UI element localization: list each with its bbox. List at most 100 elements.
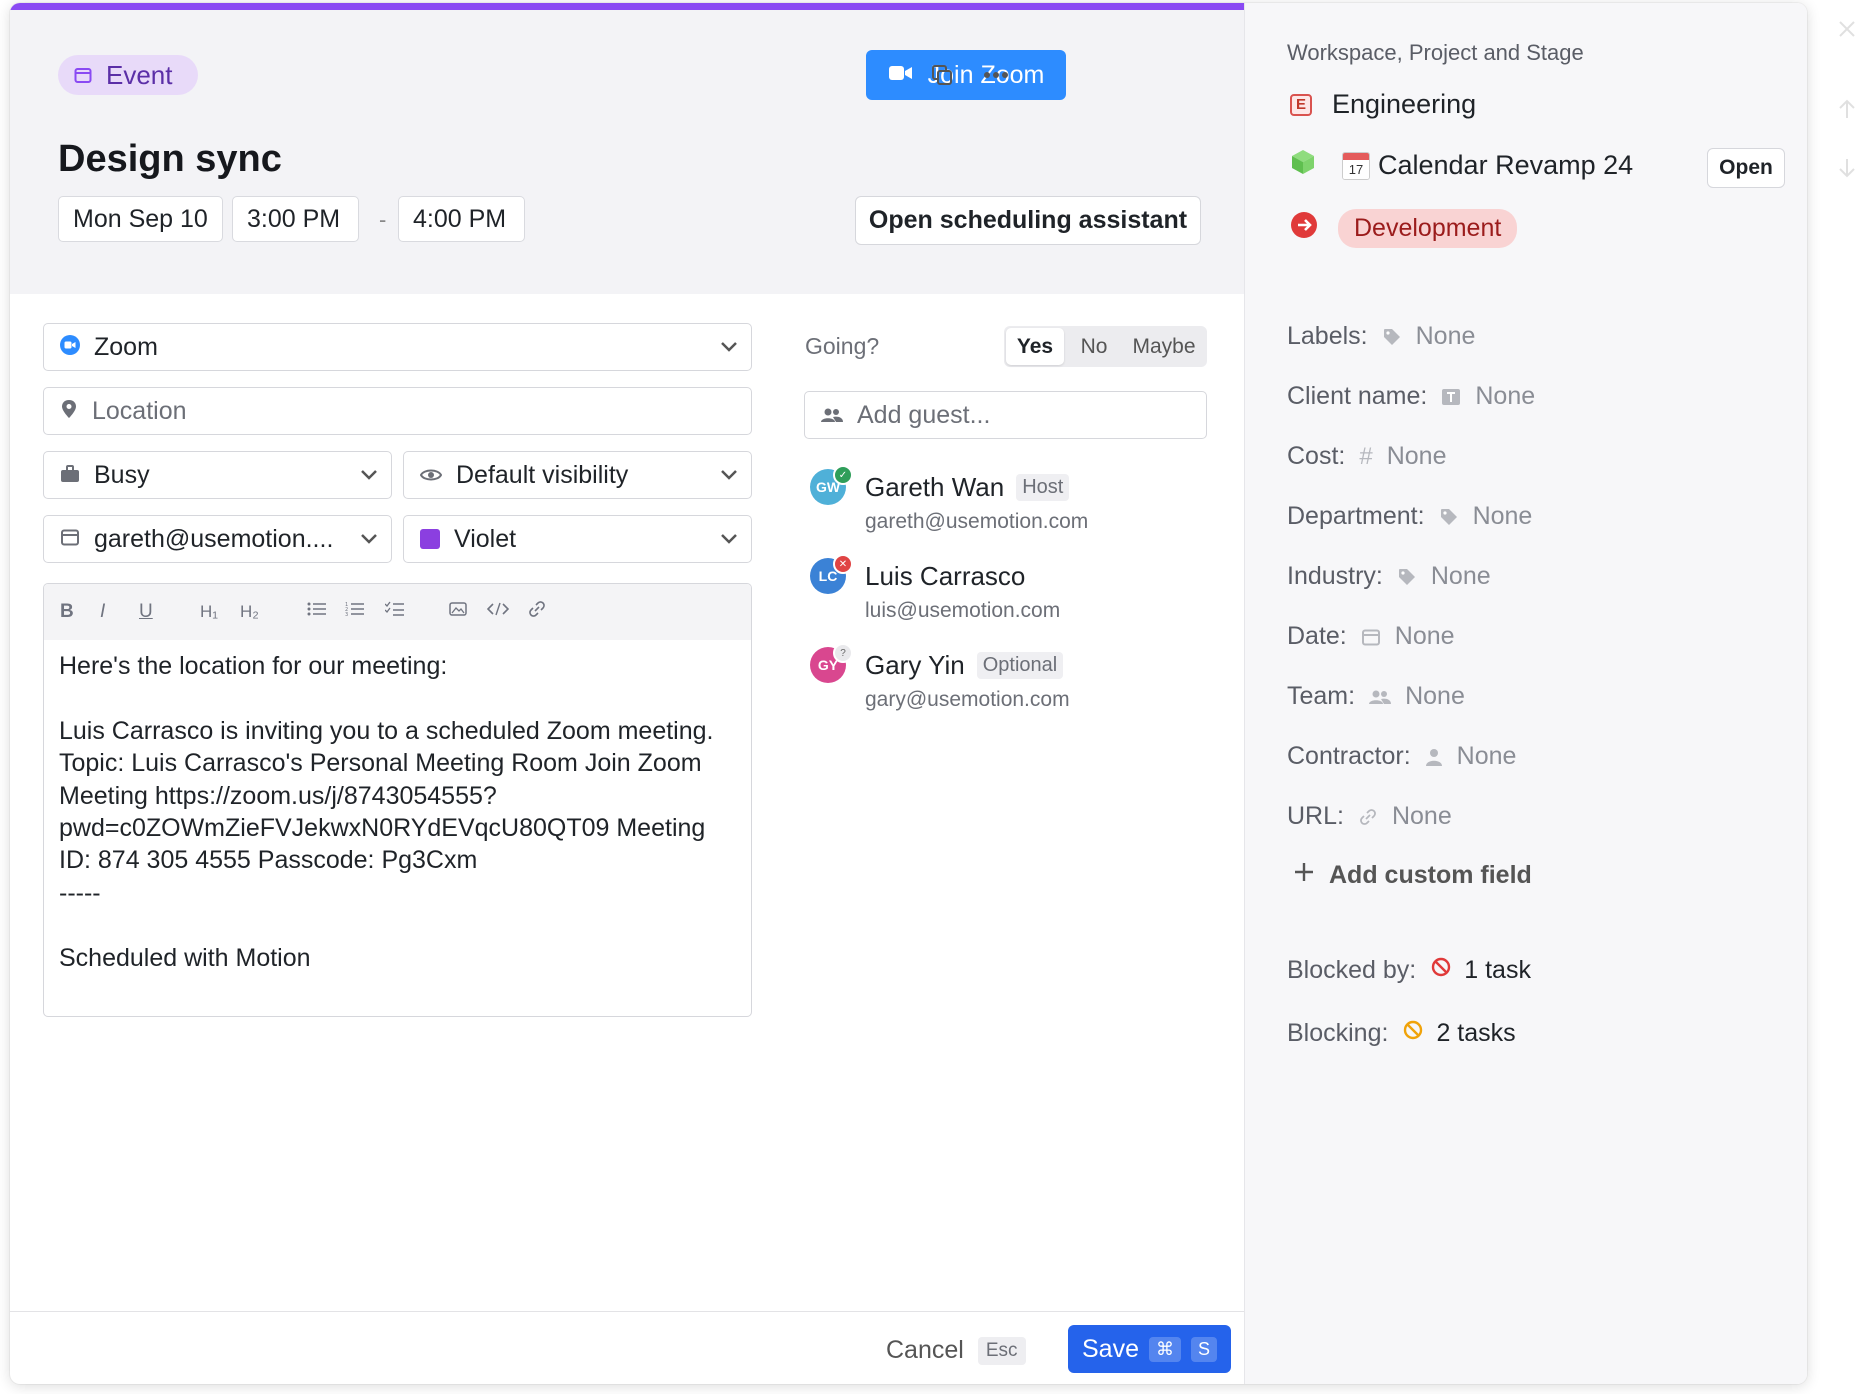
cancel-button[interactable]: Cancel Esc	[886, 1336, 1026, 1365]
property-value: None	[1405, 682, 1465, 710]
property-label: Date:	[1287, 622, 1347, 650]
event-type-label: Event	[106, 59, 173, 90]
property-contractor[interactable]: Contractor: None	[1287, 742, 1516, 771]
rsvp-no[interactable]: No	[1066, 326, 1122, 367]
stage-row[interactable]: Development	[1290, 209, 1518, 248]
time-separator: -	[379, 207, 387, 232]
link-icon	[1358, 808, 1378, 826]
guest-role-tag: Host	[1016, 474, 1070, 501]
property-team[interactable]: Team: None	[1287, 682, 1465, 711]
blocked-by-value: 1 task	[1464, 956, 1531, 984]
property-department[interactable]: Department: None	[1287, 502, 1532, 531]
property-label: Contractor:	[1287, 742, 1411, 770]
bold-icon[interactable]: B	[60, 601, 74, 623]
event-title[interactable]: Design sync	[58, 138, 282, 181]
accent-bar	[10, 3, 1244, 10]
property-label: Client name:	[1287, 382, 1428, 410]
location-input[interactable]: Location	[43, 387, 752, 435]
property-label: Department:	[1287, 502, 1425, 530]
cube-icon	[1290, 148, 1316, 183]
underline-icon[interactable]: U	[139, 601, 153, 623]
property-labels[interactable]: Labels: None	[1287, 322, 1475, 351]
calendar-icon	[60, 525, 80, 554]
blocked-by-row[interactable]: Blocked by: 1 task	[1287, 956, 1531, 985]
bullet-list-icon[interactable]	[307, 601, 327, 623]
hash-icon: #	[1359, 442, 1373, 470]
busy-select[interactable]: Busy	[43, 451, 392, 499]
calendar-icon	[1361, 627, 1381, 647]
property-cost[interactable]: Cost: # None	[1287, 442, 1446, 471]
arrow-down-icon[interactable]	[1835, 156, 1859, 180]
project-name: Calendar Revamp 24	[1378, 150, 1634, 180]
workspace-letter-icon: E	[1290, 93, 1312, 116]
s-key: S	[1190, 1336, 1217, 1362]
property-value: None	[1472, 502, 1533, 530]
event-type-badge[interactable]: Event	[58, 55, 198, 95]
add-guest-placeholder: Add guest...	[857, 400, 991, 429]
italic-icon[interactable]: I	[100, 601, 105, 623]
workspace-name: Engineering	[1332, 89, 1477, 119]
property-value: None	[1391, 802, 1452, 830]
more-options-icon[interactable]	[976, 55, 1016, 95]
add-guest-input[interactable]: Add guest...	[804, 391, 1207, 439]
guest-row[interactable]: Gary Yin Optional	[865, 650, 1064, 681]
blocking-row[interactable]: Blocking: 2 tasks	[1287, 1019, 1516, 1048]
join-zoom-button[interactable]: Join Zoom	[866, 50, 1066, 100]
text-field-icon	[1441, 387, 1461, 407]
property-date[interactable]: Date: None	[1287, 622, 1455, 651]
person-icon	[1425, 748, 1443, 766]
property-industry[interactable]: Industry: None	[1287, 562, 1491, 591]
project-row[interactable]: 17 Calendar Revamp 24	[1290, 148, 1633, 183]
briefcase-icon	[60, 461, 80, 490]
property-label: URL:	[1287, 802, 1344, 830]
footer-divider	[10, 1311, 1244, 1312]
start-time-field[interactable]: 3:00 PM	[232, 196, 359, 242]
color-value: Violet	[454, 524, 517, 553]
property-client-name[interactable]: Client name: None	[1287, 382, 1535, 411]
people-icon	[821, 401, 843, 430]
conferencing-select[interactable]: Zoom	[43, 323, 752, 371]
duplicate-icon[interactable]	[922, 55, 962, 95]
heading-1-icon[interactable]: H₁	[200, 602, 218, 622]
property-value: None	[1475, 382, 1536, 410]
chevron-down-icon	[347, 469, 391, 481]
rsvp-yes[interactable]: Yes	[1006, 328, 1064, 365]
guest-row[interactable]: Luis Carrasco	[865, 561, 1025, 592]
date-field[interactable]: Mon Sep 10	[58, 196, 223, 242]
arrow-up-icon[interactable]	[1835, 97, 1859, 121]
description-editor[interactable]: B I U H₁ H₂ 123 Here's the location for …	[43, 583, 752, 1017]
scheduling-assistant-button[interactable]: Open scheduling assistant	[855, 196, 1201, 245]
open-project-button[interactable]: Open	[1707, 148, 1785, 188]
guest-email: luis@usemotion.com	[865, 599, 1061, 622]
visibility-select[interactable]: Default visibility	[403, 451, 752, 499]
property-label: Team:	[1287, 682, 1356, 710]
calendar-select[interactable]: gareth@usemotion....	[43, 515, 392, 563]
blocked-icon	[1430, 956, 1452, 985]
color-select[interactable]: Violet	[403, 515, 752, 563]
property-url[interactable]: URL: None	[1287, 802, 1452, 831]
close-icon[interactable]	[1835, 17, 1859, 41]
cancel-label: Cancel	[886, 1336, 964, 1364]
image-icon[interactable]	[449, 601, 467, 623]
guest-row[interactable]: Gareth Wan Host	[865, 472, 1070, 503]
numbered-list-icon[interactable]: 123	[345, 601, 365, 623]
rsvp-maybe[interactable]: Maybe	[1122, 326, 1206, 367]
chevron-down-icon	[707, 533, 751, 545]
tag-icon	[1397, 567, 1417, 587]
svg-text:3: 3	[345, 612, 348, 617]
heading-2-icon[interactable]: H₂	[240, 602, 259, 622]
location-placeholder: Location	[92, 396, 187, 425]
end-time-field[interactable]: 4:00 PM	[398, 196, 525, 242]
property-value: None	[1430, 562, 1491, 590]
code-icon[interactable]	[486, 601, 510, 623]
description-text[interactable]: Here's the location for our meeting: Lui…	[59, 650, 739, 974]
link-icon[interactable]	[527, 600, 547, 624]
save-button[interactable]: Save ⌘ S	[1068, 1325, 1231, 1373]
tag-icon	[1439, 507, 1459, 527]
add-custom-field-button[interactable]: Add custom field	[1293, 861, 1532, 890]
property-value: None	[1394, 622, 1455, 650]
blocked-by-label: Blocked by:	[1287, 956, 1417, 984]
workspace-row[interactable]: E Engineering	[1290, 89, 1476, 120]
checklist-icon[interactable]	[384, 601, 405, 623]
chevron-down-icon	[707, 341, 751, 353]
